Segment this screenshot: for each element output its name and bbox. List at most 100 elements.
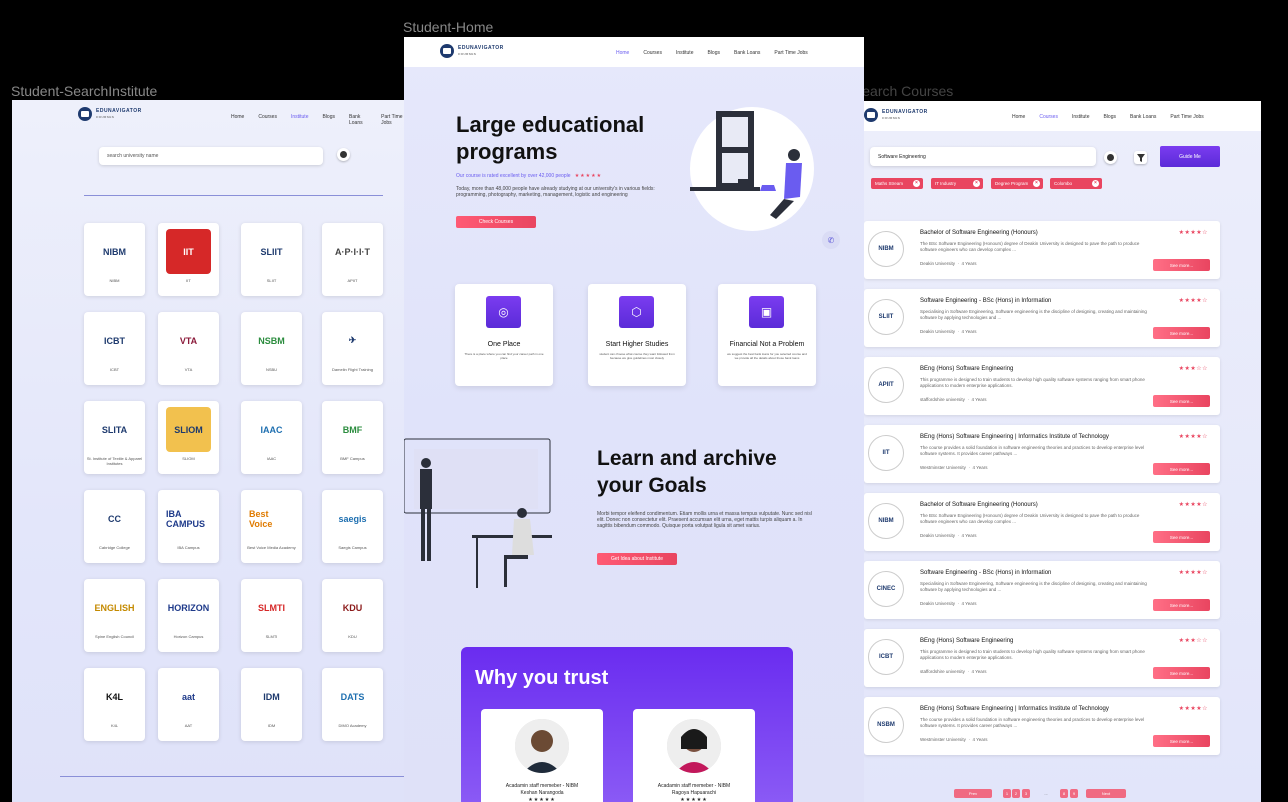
course-card[interactable]: NIBM Bachelor of Software Engineering (Ho… (864, 493, 1220, 551)
university-card[interactable]: KDU KDU (322, 579, 383, 652)
nav-bank-loans[interactable]: Bank Loans (734, 50, 760, 56)
filter-icon[interactable] (1134, 151, 1147, 164)
see-more-button[interactable]: See more... (1153, 599, 1210, 611)
brand-logo[interactable]: EDUNAVIGATOR COURSES (78, 107, 142, 121)
course-title[interactable]: BEng (Hons) Software Engineering (920, 366, 1013, 372)
course-title[interactable]: Software Engineering - BSc (Hons) in Inf… (920, 298, 1051, 304)
university-card[interactable]: ✈ Damelin Flight Training (322, 312, 383, 385)
rating-stars: ★★★★☆ (1178, 230, 1208, 236)
nav-home[interactable]: Home (616, 50, 629, 56)
nav-bank-loans[interactable]: Bank Loans (1130, 114, 1156, 120)
university-card[interactable]: SLMTI SLMTI (241, 579, 302, 652)
course-title[interactable]: Bachelor of Software Engineering (Honour… (920, 502, 1038, 508)
course-card[interactable]: APIIT BEng (Hons) Software Engineering Thi… (864, 357, 1220, 415)
university-card[interactable]: VTA VTA (158, 312, 219, 385)
university-card[interactable]: NSBM NSBU (241, 312, 302, 385)
university-logo: aat (166, 674, 211, 719)
page-button[interactable]: 1 (1003, 789, 1011, 798)
course-search-input[interactable]: Software Engineering (870, 147, 1096, 166)
nav-courses[interactable]: Courses (258, 114, 277, 126)
university-card[interactable]: BMF BMF Campus (322, 401, 383, 474)
check-courses-button[interactable]: Check Courses (456, 216, 536, 228)
university-search-input[interactable]: search university name (99, 147, 323, 165)
university-card[interactable]: Best Voice Best Voice Media Academy (241, 490, 302, 563)
university-card[interactable]: IAAC IAAC (241, 401, 302, 474)
university-card[interactable]: saegis Saegis Campus (322, 490, 383, 563)
course-title[interactable]: Bachelor of Software Engineering (Honour… (920, 230, 1038, 236)
next-button[interactable]: Next (1086, 789, 1126, 798)
nav-part-time-jobs[interactable]: Part Time Jobs (1170, 114, 1203, 120)
phone-icon[interactable]: ✆ (822, 231, 840, 249)
university-card[interactable]: SLIIT SLIIT (241, 223, 302, 296)
nav-institute[interactable]: Institute (291, 114, 309, 126)
university-card[interactable]: HORIZON Horizon Campus (158, 579, 219, 652)
close-icon[interactable]: × (913, 180, 920, 187)
university-card[interactable]: SLITA St. Institute of Textile & Apparel … (84, 401, 145, 474)
nav-part-time-jobs[interactable]: Part Time Jobs (774, 50, 807, 56)
course-card[interactable]: NIBM Bachelor of Software Engineering (Ho… (864, 221, 1220, 279)
course-card[interactable]: CINEC Software Engineering - BSc (Hons) i… (864, 561, 1220, 619)
course-title[interactable]: BEng (Hons) Software Engineering (920, 638, 1013, 644)
course-card[interactable]: IIT BEng (Hons) Software Engineering | In… (864, 425, 1220, 483)
close-icon[interactable]: × (973, 180, 980, 187)
see-more-button[interactable]: See more... (1153, 735, 1210, 747)
brand-logo[interactable]: EDUNAVIGATOR COURSES (440, 44, 504, 58)
university-card[interactable]: aat AAT (158, 668, 219, 741)
university-card[interactable]: IBA CAMPUS IBA Campus (158, 490, 219, 563)
filter-chip[interactable]: Maths Stream × (871, 178, 923, 189)
course-title[interactable]: BEng (Hons) Software Engineering | Infor… (920, 706, 1109, 712)
see-more-button[interactable]: See more... (1153, 259, 1210, 271)
nav-bank-loans[interactable]: Bank Loans (349, 114, 367, 126)
university-card[interactable]: A·P·I·I·T APIIT (322, 223, 383, 296)
course-title[interactable]: BEng (Hons) Software Engineering | Infor… (920, 434, 1109, 440)
filter-chip[interactable]: IT Industry × (931, 178, 983, 189)
filter-chip[interactable]: Degree Program × (991, 178, 1043, 189)
university-name: IAAC (266, 456, 277, 461)
university-card[interactable]: IDM IDM (241, 668, 302, 741)
university-card[interactable]: ENGLISH Spine English Council (84, 579, 145, 652)
university-card[interactable]: SLIOM SLIOM (158, 401, 219, 474)
course-title[interactable]: Software Engineering - BSc (Hons) in Inf… (920, 570, 1051, 576)
see-more-button[interactable]: See more... (1153, 531, 1210, 543)
course-card[interactable]: SLIIT Software Engineering - BSc (Hons) i… (864, 289, 1220, 347)
see-more-button[interactable]: See more... (1153, 463, 1210, 475)
nav-part-time-jobs[interactable]: Part Time Jobs (381, 114, 404, 126)
nav-blogs[interactable]: Blogs (322, 114, 335, 126)
university-card[interactable]: CC Cabridge College (84, 490, 145, 563)
institute-logo: SLIIT (868, 299, 904, 335)
search-icon[interactable] (337, 148, 350, 161)
nav-institute[interactable]: Institute (676, 50, 694, 56)
nav-home[interactable]: Home (231, 114, 244, 126)
see-more-button[interactable]: See more... (1153, 327, 1210, 339)
nav-home[interactable]: Home (1012, 114, 1025, 120)
close-icon[interactable]: × (1092, 180, 1099, 187)
nav-blogs[interactable]: Blogs (1103, 114, 1116, 120)
nav-institute[interactable]: Institute (1072, 114, 1090, 120)
university-card[interactable]: K4L K4L (84, 668, 145, 741)
see-more-button[interactable]: See more... (1153, 395, 1210, 407)
course-card[interactable]: ICBT BEng (Hons) Software Engineering This… (864, 629, 1220, 687)
institute-idea-button[interactable]: Get Idea about Institute (597, 553, 677, 565)
page-button[interactable]: 9 (1070, 789, 1078, 798)
nav-courses[interactable]: Courses (643, 50, 662, 56)
university-card[interactable]: ICBT ICBT (84, 312, 145, 385)
brand-logo[interactable]: EDUNAVIGATOR COURSES (864, 108, 928, 122)
university-logo: ENGLISH (92, 585, 137, 630)
prev-button[interactable]: Prev (954, 789, 992, 798)
nav-courses[interactable]: Courses (1039, 114, 1058, 120)
page-button[interactable]: 3 (1022, 789, 1030, 798)
close-icon[interactable]: × (1033, 180, 1040, 187)
nav-blogs[interactable]: Blogs (707, 50, 720, 56)
course-description: Specialising in Software Engineering, So… (920, 581, 1147, 592)
page-button[interactable]: 8 (1060, 789, 1068, 798)
search-icon[interactable] (1104, 151, 1117, 164)
see-more-button[interactable]: See more... (1153, 667, 1210, 679)
university-card[interactable]: DATS DIMO Academy (322, 668, 383, 741)
rating-stars: ★★★★☆ (1178, 434, 1208, 440)
university-card[interactable]: NIBM NIBM (84, 223, 145, 296)
filter-chip[interactable]: Colombo × (1050, 178, 1102, 189)
university-card[interactable]: IIT IIT (158, 223, 219, 296)
guide-me-button[interactable]: Guide Me (1160, 146, 1220, 167)
course-card[interactable]: NSBM BEng (Hons) Software Engineering | I… (864, 697, 1220, 755)
page-button[interactable]: 2 (1012, 789, 1020, 798)
